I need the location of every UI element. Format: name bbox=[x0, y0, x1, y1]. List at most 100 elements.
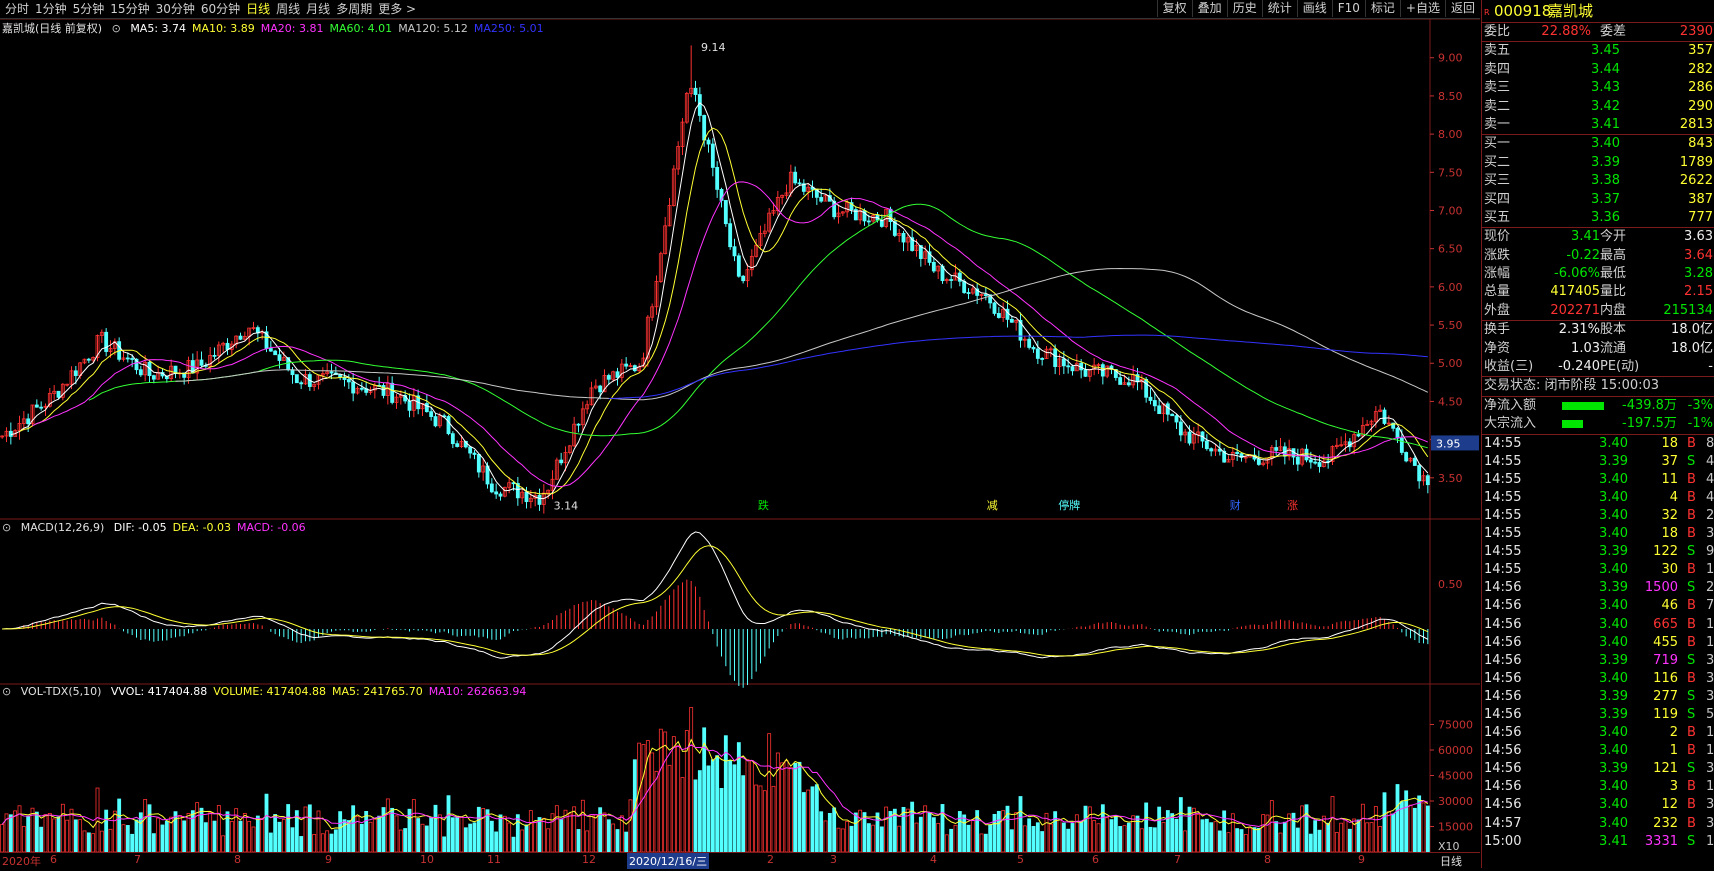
tick-row[interactable]: 14:56 3.40 2 B 1 bbox=[1482, 724, 1714, 742]
y-tick-label: 7.00 bbox=[1438, 204, 1463, 217]
volume-bar bbox=[1079, 821, 1084, 853]
tick-row[interactable]: 14:55 3.40 32 B 2 bbox=[1482, 507, 1714, 525]
toolbar-button[interactable]: F10 bbox=[1331, 0, 1365, 17]
candle-body bbox=[1144, 378, 1149, 398]
volume-bar bbox=[229, 821, 234, 853]
tick-row[interactable]: 14:55 3.40 18 B 3 bbox=[1482, 525, 1714, 543]
volume-bar bbox=[1412, 807, 1417, 853]
candle-body bbox=[73, 370, 78, 376]
tick-row[interactable]: 14:56 3.40 3 B 1 bbox=[1482, 778, 1714, 796]
date-axis-label: 12 bbox=[582, 853, 596, 866]
volume-bar bbox=[1308, 833, 1313, 853]
tick-row[interactable]: 14:55 3.40 4 B 4 bbox=[1482, 489, 1714, 507]
period-tab[interactable]: 5分钟 bbox=[70, 1, 108, 17]
order-book-row[interactable]: 卖三 3.43 286 bbox=[1482, 79, 1714, 97]
order-book-row[interactable]: 卖二 3.42 290 bbox=[1482, 98, 1714, 116]
tick-row[interactable]: 14:56 3.40 1 B 1 bbox=[1482, 742, 1714, 760]
dif-line bbox=[2, 531, 1429, 659]
y-tick-label: 8.00 bbox=[1438, 128, 1463, 141]
tick-row[interactable]: 14:56 3.39 277 S 3 bbox=[1482, 688, 1714, 706]
indicator-value: MA5: 3.74 bbox=[130, 22, 187, 35]
candle-body bbox=[983, 294, 988, 296]
toolbar-button[interactable]: 画线 bbox=[1296, 0, 1332, 17]
kline-svg[interactable]: 9.00 8.50 8.00 7.50 7.00 6.50 6.00 5.50 5.00 4.50… bbox=[0, 18, 1480, 868]
volume-bar bbox=[1070, 823, 1075, 853]
volume-bar bbox=[918, 816, 923, 853]
tick-row[interactable]: 14:55 3.39 122 S 9 bbox=[1482, 543, 1714, 561]
tick-list[interactable]: 14:55 3.40 18 B 8 14:55 3.39 37 S 4 14:55 3.40 11 B 4 1… bbox=[1482, 435, 1714, 851]
kline-chart-area[interactable]: 9.00 8.50 8.00 7.50 7.00 6.50 6.00 5.50 5.00 4.50… bbox=[0, 18, 1480, 868]
tick-time: 14:56 bbox=[1484, 670, 1522, 686]
volume-bar bbox=[320, 833, 325, 853]
volume-bar bbox=[1178, 797, 1183, 853]
period-tab[interactable]: 1分钟 bbox=[32, 1, 70, 17]
order-book-price: 3.42 bbox=[1591, 98, 1620, 114]
period-tab[interactable]: 周线 bbox=[273, 1, 303, 17]
tick-side: S bbox=[1687, 544, 1696, 560]
tick-row[interactable]: 14:56 3.40 116 B 3 bbox=[1482, 670, 1714, 688]
toolbar-button[interactable]: 复权 bbox=[1156, 0, 1192, 17]
volume-bar bbox=[983, 833, 988, 853]
tick-row[interactable]: 14:56 3.39 119 S 5 bbox=[1482, 706, 1714, 724]
tick-price: 3.40 bbox=[1599, 616, 1628, 632]
tick-row[interactable]: 14:57 3.40 232 B 3 bbox=[1482, 815, 1714, 833]
tick-row[interactable]: 14:56 3.39 1500 S 2 bbox=[1482, 579, 1714, 597]
tick-row[interactable]: 14:56 3.39 719 S 3 bbox=[1482, 652, 1714, 670]
macd-indicator-toggle-icon[interactable]: ⊙ bbox=[2, 521, 11, 534]
toolbar-button[interactable]: 历史 bbox=[1226, 0, 1262, 17]
candle-body bbox=[1009, 318, 1014, 323]
tick-row[interactable]: 14:55 3.40 18 B 8 bbox=[1482, 435, 1714, 453]
indicator-value: MACD: -0.06 bbox=[237, 521, 306, 534]
tick-row[interactable]: 14:56 3.40 665 B 13 bbox=[1482, 616, 1714, 634]
date-axis-label: 7 bbox=[1174, 853, 1181, 866]
period-tab[interactable]: 日线 bbox=[243, 1, 273, 17]
date-axis-label: 2020年 bbox=[2, 855, 41, 868]
volume-bar bbox=[676, 745, 681, 853]
period-tab[interactable]: 月线 bbox=[303, 1, 333, 17]
toolbar-button[interactable]: 返回 bbox=[1444, 0, 1480, 17]
main-pane-indicator-toggle-icon[interactable]: ⊙ bbox=[112, 22, 121, 35]
tick-row[interactable]: 14:56 3.40 46 B 7 bbox=[1482, 597, 1714, 615]
period-tab[interactable]: 多周期 bbox=[333, 1, 375, 17]
tick-row[interactable]: 14:55 3.40 11 B 4 bbox=[1482, 471, 1714, 489]
tick-row[interactable]: 15:00 3.41 3331 S 13 bbox=[1482, 833, 1714, 851]
tick-row[interactable]: 14:56 3.40 12 B 3 bbox=[1482, 796, 1714, 814]
tick-row[interactable]: 14:56 3.39 121 S 3 bbox=[1482, 760, 1714, 778]
order-book-row[interactable]: 卖一 3.41 2813 bbox=[1482, 116, 1714, 134]
tick-count: 13 bbox=[1706, 616, 1714, 632]
stat-row: 现价 3.41 今开 3.63 bbox=[1482, 228, 1714, 246]
order-book-row[interactable]: 卖四 3.44 282 bbox=[1482, 61, 1714, 79]
date-axis-label: 10 bbox=[420, 853, 434, 866]
order-book-row[interactable]: 买二 3.39 1789 bbox=[1482, 154, 1714, 172]
tick-row[interactable]: 14:56 3.40 455 B 18 bbox=[1482, 634, 1714, 652]
order-book-row[interactable]: 买一 3.40 843 bbox=[1482, 135, 1714, 153]
vol-indicator-toggle-icon[interactable]: ⊙ bbox=[2, 685, 11, 698]
tick-volume: 1500 bbox=[1644, 580, 1678, 596]
volume-bar bbox=[1066, 828, 1071, 853]
tick-row[interactable]: 14:55 3.39 37 S 4 bbox=[1482, 453, 1714, 471]
toolbar-button[interactable]: +自选 bbox=[1399, 0, 1445, 17]
toolbar-button[interactable]: 标记 bbox=[1364, 0, 1400, 17]
volume-bar bbox=[728, 760, 733, 853]
volume-bar bbox=[156, 817, 161, 853]
period-tab[interactable]: 60分钟 bbox=[198, 1, 243, 17]
tick-row[interactable]: 14:55 3.40 30 B 1 bbox=[1482, 561, 1714, 579]
y-tick-label: 9.00 bbox=[1438, 52, 1463, 65]
period-tab[interactable]: 15分钟 bbox=[107, 1, 152, 17]
volume-bar bbox=[498, 814, 503, 853]
volume-bar bbox=[1378, 826, 1383, 853]
tick-price: 3.40 bbox=[1599, 815, 1628, 831]
candle-body bbox=[424, 403, 429, 413]
period-tab[interactable]: 分时 bbox=[2, 1, 32, 17]
volume-bar bbox=[1018, 796, 1023, 853]
toolbar-button[interactable]: 叠加 bbox=[1191, 0, 1227, 17]
candle-body bbox=[706, 139, 711, 145]
order-book-row[interactable]: 买三 3.38 2622 bbox=[1482, 172, 1714, 190]
toolbar-button[interactable]: 统计 bbox=[1261, 0, 1297, 17]
period-tab[interactable]: 更多 > bbox=[375, 1, 419, 17]
period-tab[interactable]: 30分钟 bbox=[153, 1, 198, 17]
y-tick-label: 4.50 bbox=[1438, 395, 1463, 408]
order-book-row[interactable]: 买四 3.37 387 bbox=[1482, 191, 1714, 209]
order-book-row[interactable]: 卖五 3.45 357 bbox=[1482, 42, 1714, 60]
order-book-row[interactable]: 买五 3.36 777 bbox=[1482, 209, 1714, 227]
